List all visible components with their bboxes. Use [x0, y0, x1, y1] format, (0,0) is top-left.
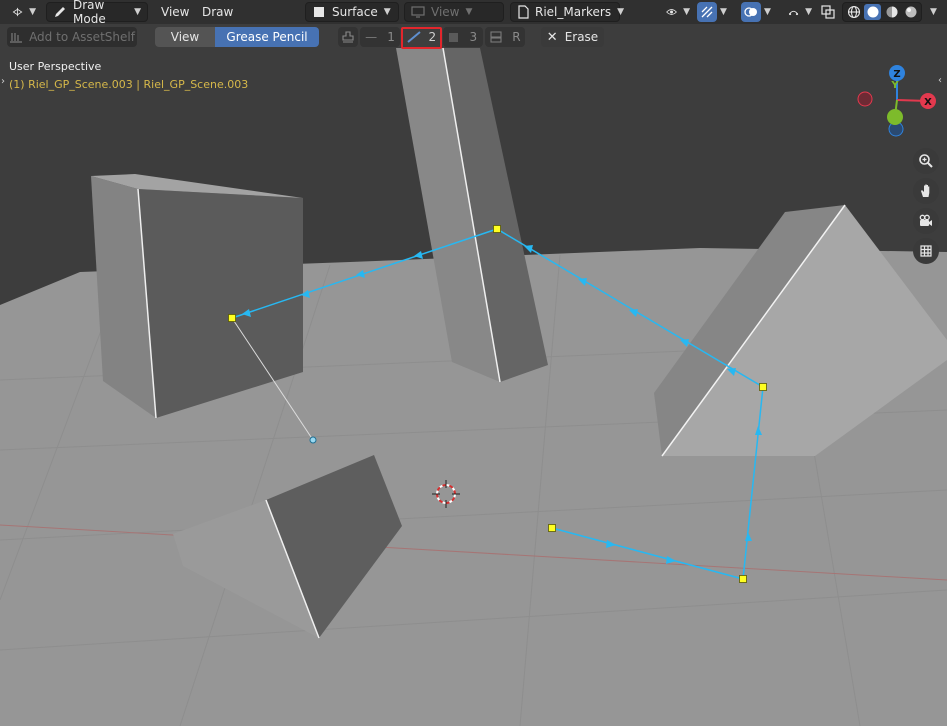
add-to-assetshelf-label: Add to AssetShelf: [29, 30, 135, 44]
gizmo-toggle[interactable]: [697, 2, 717, 22]
gizmo-z-label: Z: [893, 69, 900, 80]
wireframe-icon: [847, 5, 860, 19]
slot-3-label: 3: [469, 30, 478, 44]
slot-3-button[interactable]: 3: [443, 27, 483, 47]
object-name-secondary: Riel_GP_Scene.003: [143, 78, 249, 91]
stroke-end-handle[interactable]: [309, 436, 317, 444]
chevron-down-icon: ▼: [764, 7, 771, 17]
zoom-icon: [919, 154, 933, 168]
monitor-icon: [411, 5, 425, 19]
wireframe-shading-button[interactable]: [845, 4, 862, 20]
material-icon: [886, 6, 897, 18]
hand-icon: [921, 184, 930, 197]
view-tab-button[interactable]: View: [155, 27, 215, 47]
chevron-down-icon: ▼: [720, 7, 727, 17]
brush-settings-icon: [490, 31, 502, 43]
object-name: (1) Riel_GP_Scene.003: [9, 78, 133, 91]
gizmo-x-label: X: [924, 97, 932, 108]
rendered-icon: [905, 6, 916, 18]
overlay-toggle[interactable]: [741, 2, 761, 22]
view-menu[interactable]: View: [155, 2, 195, 22]
chevron-down-icon: ▼: [465, 7, 473, 17]
stamp-icon: [342, 31, 354, 43]
gizmo-dropdown[interactable]: ▼: [716, 2, 734, 22]
view-align-label: View: [431, 5, 460, 19]
mode-label: Draw Mode: [73, 0, 106, 26]
layer-label: Riel_Markers: [535, 5, 612, 19]
add-to-assetshelf-button[interactable]: Add to AssetShelf: [7, 27, 137, 47]
visibility-dropdown[interactable]: ▼: [660, 2, 696, 22]
gizmo-y[interactable]: [887, 109, 903, 125]
close-icon: ✕: [546, 29, 558, 45]
pencil-icon: [53, 5, 67, 19]
grease-pencil-tab-button[interactable]: Grease Pencil: [215, 27, 319, 47]
overlay-dropdown[interactable]: ▼: [760, 2, 778, 22]
solid-icon: [867, 6, 878, 18]
active-object-label: (1) Riel_GP_Scene.003 | Riel_GP_Scene.00…: [9, 78, 248, 91]
gizmo-y-label: Y: [890, 80, 899, 91]
slot-1-label: 1: [387, 30, 395, 44]
sidebar-expand-icon[interactable]: ‹: [938, 75, 942, 86]
chevron-down-icon: ▼: [930, 7, 937, 17]
grid-icon: [920, 245, 932, 257]
perspective-label: User Perspective: [9, 60, 102, 73]
minus-icon: —: [365, 30, 378, 44]
toolbar-expand-icon[interactable]: ›: [1, 76, 5, 87]
3d-viewport[interactable]: Z Y X User Perspective (1) Riel_GP_Scene…: [0, 0, 947, 726]
solid-shading-button[interactable]: [864, 4, 881, 20]
surface-label: Surface: [332, 5, 378, 19]
snap-dropdown[interactable]: ▼: [782, 2, 818, 22]
scene-canvas[interactable]: Z Y X: [0, 0, 947, 726]
eye-icon: [666, 9, 677, 15]
camera-icon: [919, 214, 932, 226]
slot-1-button[interactable]: — 1: [360, 27, 400, 47]
erase-button[interactable]: ✕ Erase: [541, 27, 604, 47]
chevron-down-icon: ▼: [805, 7, 812, 17]
xray-icon: [821, 5, 835, 19]
gizmo-icon: [701, 6, 713, 18]
slot-r-label: R: [512, 30, 521, 44]
erase-label: Erase: [564, 30, 599, 44]
cube-object[interactable]: [91, 174, 303, 419]
asset-shelf-icon: [10, 33, 23, 43]
chevron-down-icon: ▼: [683, 7, 690, 17]
shading-group: [842, 2, 922, 22]
draw-menu[interactable]: Draw: [196, 2, 239, 22]
zoom-button[interactable]: [913, 148, 939, 174]
shading-dropdown[interactable]: ▼: [926, 2, 944, 22]
surface-dropdown[interactable]: Surface ▼: [305, 2, 399, 22]
gizmo-neg-x[interactable]: [857, 91, 873, 107]
view3d-icon: [12, 7, 23, 17]
ortho-toggle-button[interactable]: [913, 238, 939, 264]
mode-dropdown[interactable]: Draw Mode ▼: [46, 0, 148, 26]
chevron-down-icon: ▼: [134, 7, 141, 17]
camera-view-button[interactable]: [913, 208, 939, 234]
xray-toggle[interactable]: [818, 2, 838, 22]
chevron-down-icon: ▼: [29, 7, 36, 17]
viewport-header: ▼ Draw Mode ▼ View Draw Surface ▼ View ▼…: [0, 0, 947, 26]
object-separator: |: [136, 78, 141, 91]
material-shading-button[interactable]: [883, 4, 900, 20]
slot-r-button[interactable]: R: [485, 27, 525, 47]
rendered-shading-button[interactable]: [902, 4, 919, 20]
pan-button[interactable]: [913, 178, 939, 204]
surface-icon: [312, 5, 326, 19]
snap-icon: [789, 10, 799, 16]
editor-type-dropdown[interactable]: ▼: [6, 2, 42, 22]
highlight-annotation: [401, 27, 442, 49]
square-icon: [448, 32, 458, 42]
layer-icon: [517, 5, 529, 19]
overlay-icon: [744, 7, 757, 17]
brush-preset-button[interactable]: [338, 27, 358, 47]
chevron-down-icon: ▼: [617, 7, 625, 17]
layer-dropdown[interactable]: Riel_Markers ▼: [510, 2, 624, 22]
view-align-dropdown[interactable]: View ▼: [404, 2, 504, 22]
chevron-down-icon: ▼: [383, 7, 391, 17]
